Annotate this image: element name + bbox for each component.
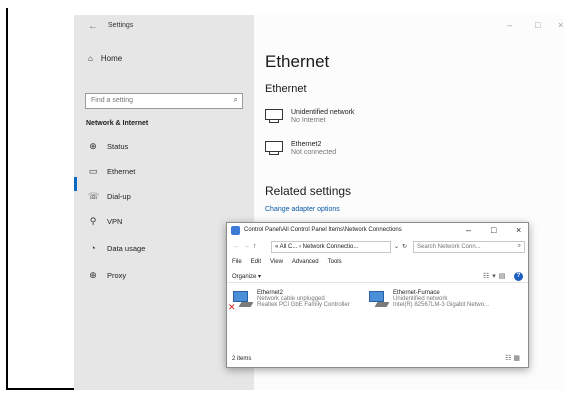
menu-edit[interactable]: Edit xyxy=(251,259,261,265)
network-connections-window: Control Panel\All Control Panel Items\Ne… xyxy=(226,222,529,368)
photo-frame-left xyxy=(6,8,8,390)
adapter-item[interactable]: ✕ Ethernet2 Network cable unplugged Real… xyxy=(228,290,350,312)
related-settings-title: Related settings xyxy=(265,184,352,198)
sidebar-item-label: VPN xyxy=(107,217,123,226)
section-title: Network & Internet xyxy=(86,120,149,127)
explorer-navbar: ←→↑ « All C... › Network Connectio... ⌄↻… xyxy=(227,239,528,257)
search-icon: ⌕ xyxy=(517,243,521,249)
globe-icon: ⊕ xyxy=(89,141,97,151)
sidebar-item-label: Ethernet xyxy=(107,167,136,176)
home-nav-item[interactable]: ⌂ Home xyxy=(88,54,122,63)
menu-tools[interactable]: Tools xyxy=(328,259,342,265)
back-arrow-icon[interactable]: ← xyxy=(88,21,98,32)
change-adapter-options-link[interactable]: Change adapter options xyxy=(265,206,340,213)
explorer-titlebar: Control Panel\All Control Panel Items\Ne… xyxy=(227,223,528,239)
network-status: Not connected xyxy=(291,149,337,156)
home-icon: ⌂ xyxy=(88,54,93,63)
data-usage-icon: ◔ xyxy=(90,243,96,253)
minimize-icon[interactable]: – xyxy=(507,20,512,30)
proxy-icon: ⊕ xyxy=(89,270,97,280)
close-icon[interactable]: × xyxy=(516,225,521,235)
network-item[interactable]: Ethernet2 Not connected xyxy=(265,141,336,157)
network-name: Ethernet2 xyxy=(291,141,322,148)
sidebar-item-status[interactable]: ⊕ Status xyxy=(88,141,128,152)
network-adapter-icon xyxy=(368,290,390,310)
control-panel-icon xyxy=(231,226,240,235)
network-name: Unidentified network xyxy=(291,109,355,116)
find-setting-input[interactable]: Find a setting ⌕ xyxy=(85,93,243,109)
network-monitor-icon xyxy=(265,141,283,157)
sidebar-item-label: Data usage xyxy=(107,243,146,253)
explorer-search-input[interactable]: Search Network Conn... ⌕ xyxy=(413,241,525,253)
minimize-icon[interactable]: – xyxy=(466,225,471,235)
explorer-toolbar: Organize ▾ ☷▾▤ ? xyxy=(227,270,528,283)
home-label: Home xyxy=(100,54,123,63)
page-title: Ethernet xyxy=(265,52,330,71)
ethernet-icon: ▭ xyxy=(88,166,98,176)
menu-view[interactable]: View xyxy=(270,259,283,265)
maximize-icon[interactable]: □ xyxy=(491,225,496,235)
network-status: No Internet xyxy=(291,117,326,124)
menu-file[interactable]: File xyxy=(232,259,242,265)
sidebar-item-ethernet[interactable]: ▭ Ethernet xyxy=(88,166,136,177)
network-item[interactable]: Unidentified network No Internet xyxy=(265,109,354,125)
sidebar-item-dialup[interactable]: ☏ Dial-up xyxy=(88,191,131,202)
sidebar-item-data-usage[interactable]: ◔ Data usage xyxy=(88,243,145,253)
vpn-icon: ⚲ xyxy=(89,216,97,226)
sidebar-item-label: Proxy xyxy=(107,271,127,280)
close-icon[interactable]: × xyxy=(558,20,563,30)
refresh-icon[interactable]: ⌄↻ xyxy=(394,243,410,250)
window-title: Settings xyxy=(108,22,134,29)
selection-indicator xyxy=(74,177,77,191)
search-icon: ⌕ xyxy=(233,95,238,104)
organize-button[interactable]: Organize ▾ xyxy=(232,273,261,280)
settings-titlebar: ← Settings – □ × xyxy=(74,15,564,39)
adapter-device: Realtek PCI GbE Family Controller xyxy=(257,302,350,308)
view-toggle-icon[interactable]: ☷▦ xyxy=(505,354,522,362)
dialup-icon: ☏ xyxy=(88,191,100,201)
page-subtitle: Ethernet xyxy=(265,83,307,95)
help-icon[interactable]: ? xyxy=(514,272,523,281)
explorer-menubar: File Edit View Advanced Tools xyxy=(232,259,342,265)
adapter-item[interactable]: Ethernet-Furnace Unidentified network In… xyxy=(368,290,489,310)
nav-arrows-icon[interactable]: ←→↑ xyxy=(233,243,260,250)
sidebar-item-proxy[interactable]: ⊕ Proxy xyxy=(88,270,126,281)
search-placeholder: Search Network Conn... xyxy=(417,244,481,250)
address-bar[interactable]: « All C... › Network Connectio... xyxy=(271,241,391,253)
network-monitor-icon xyxy=(265,109,283,125)
network-adapter-icon: ✕ xyxy=(228,290,254,312)
view-options-icon[interactable]: ☷▾▤ xyxy=(483,272,508,280)
menu-advanced[interactable]: Advanced xyxy=(292,259,319,265)
item-count: 2 items xyxy=(232,356,252,362)
sidebar-item-label: Dial-up xyxy=(107,192,131,201)
adapter-device: Intel(R) 82567LM-3 Gigabit Netwo... xyxy=(393,302,490,308)
sidebar-item-label: Status xyxy=(107,142,129,151)
explorer-title: Control Panel\All Control Panel Items\Ne… xyxy=(244,227,402,233)
disconnected-x-icon: ✕ xyxy=(228,302,236,312)
maximize-icon[interactable]: □ xyxy=(535,20,540,30)
sidebar-item-vpn[interactable]: ⚲ VPN xyxy=(88,216,123,227)
search-placeholder: Find a setting xyxy=(91,97,134,104)
